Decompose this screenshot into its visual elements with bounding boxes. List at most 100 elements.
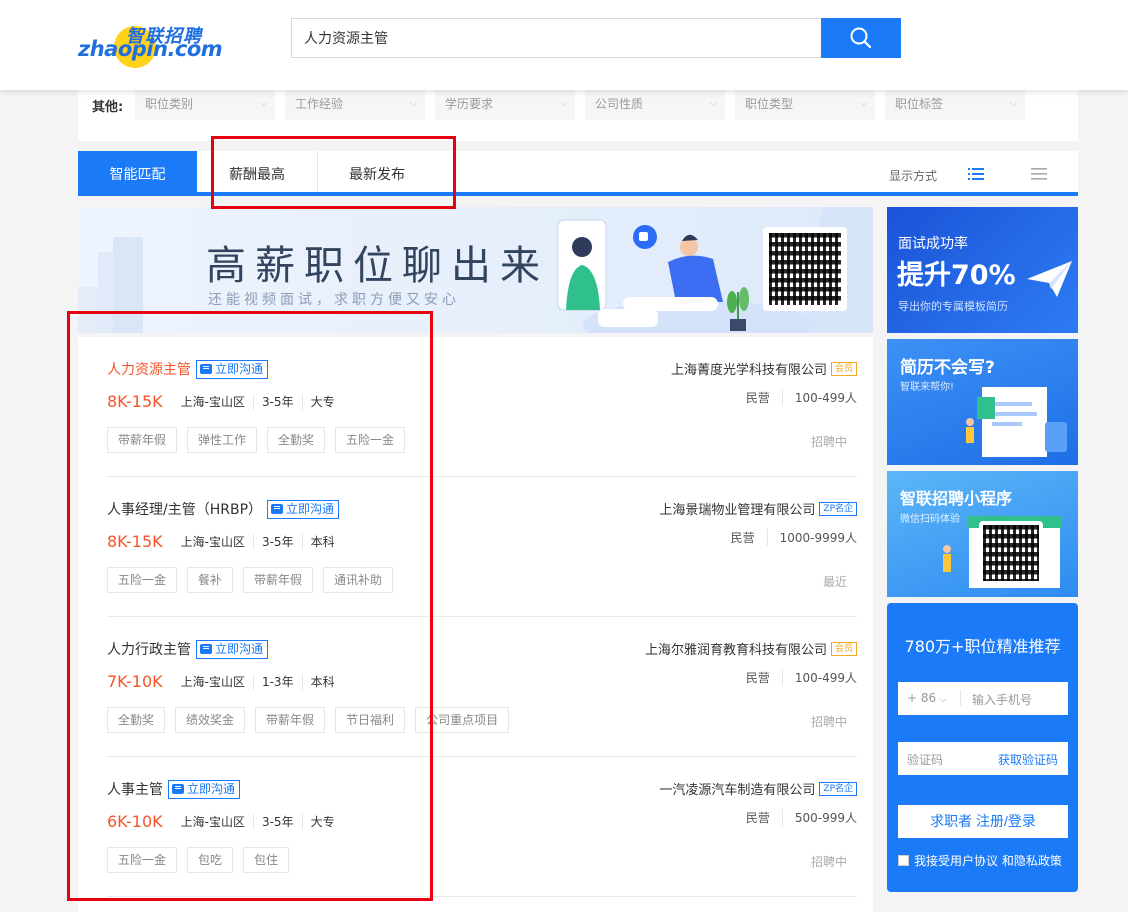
job-tag: 带薪年假 [243,567,314,593]
company-name[interactable]: 上海菁度光学科技有限公司 [671,359,827,378]
job-status: 最近 [822,575,847,589]
chat-now-button[interactable]: 立即沟通 [168,779,241,799]
member-badge: 会员 [830,361,857,376]
banner-title: 高薪职位聊出来 [206,243,549,289]
mini-program-qr-code [979,521,1043,585]
divider [107,896,857,897]
chat-now-button[interactable]: 立即沟通 [196,359,269,379]
register-panel: 780万+职位精准推荐 + 86 ⌵ 输入手机号 验证码 获取验证码 求职者 注… [887,603,1078,892]
agreement-text[interactable]: 我接受用户协议 和隐私政策 [914,852,1062,869]
job-education: 大专 [301,813,343,830]
job-title[interactable]: 人力资源主管 [107,359,191,379]
register-login-button[interactable]: 求职者 注册/登录 [898,805,1068,838]
promo-banner[interactable]: 高薪职位聊出来 还能视频面试，求职方便又安心 [78,207,873,333]
resume-illustration [966,387,1067,457]
job-experience: 3-5年 [252,533,302,550]
side-banner-resume-help[interactable]: 简历不会写? 智联来帮你! [887,339,1078,465]
paper-plane-icon [1027,261,1072,297]
list-view-icon[interactable] [968,166,984,182]
logo-en-text: zhaopin.com [78,37,223,61]
country-code-select[interactable]: + 86 ⌵ [907,691,947,705]
job-tag: 带薪年假 [255,707,326,733]
filter-job-type[interactable]: 职位类型 ⌵ [735,90,875,120]
filter-company-type[interactable]: 公司性质 ⌵ [585,90,725,120]
job-title[interactable]: 人事主管 [107,779,163,799]
job-card[interactable]: 人事经理/主管（HRBP） 立即沟通 8K-15K 上海-宝山区 3-5年 本科… [107,477,857,617]
search-input[interactable] [291,18,821,58]
chevron-down-icon: ⌵ [1010,99,1017,109]
job-list: 人力资源主管 立即沟通 8K-15K 上海-宝山区 3-5年 大专 带薪年假 弹… [78,337,873,912]
job-title[interactable]: 人事经理/主管（HRBP） [107,499,262,519]
field-divider [960,690,961,706]
job-tag: 全勤奖 [107,707,166,733]
sb2-line2: 智联来帮你! [900,382,955,393]
filter-job-category[interactable]: 职位类别 ⌵ [135,90,275,120]
company-size: 100-499人 [781,389,857,406]
company-name[interactable]: 上海景瑞物业管理有限公司 [659,499,815,518]
filter-education[interactable]: 学历要求 ⌵ [435,90,575,120]
search-button[interactable] [821,18,901,58]
job-education: 本科 [301,533,343,550]
job-card[interactable]: 人力行政主管 立即沟通 7K-10K 上海-宝山区 1-3年 本科 全勤奖 绩效… [107,617,857,757]
phone-input[interactable]: 输入手机号 [972,691,1032,708]
chevron-down-icon: ⌵ [260,99,267,109]
job-education: 大专 [301,393,343,410]
agreement-row: 我接受用户协议 和隐私政策 [898,852,1062,869]
job-experience: 3-5年 [252,393,302,410]
verify-code-field[interactable]: 验证码 获取验证码 [898,742,1068,775]
compact-view-icon[interactable] [1031,166,1047,182]
chevron-down-icon: ⌵ [860,99,867,109]
job-tag: 全勤奖 [267,427,326,453]
zhaopin-logo[interactable]: 智联招聘 zhaopin.com [78,18,223,70]
sb1-line3: 导出你的专属模板简历 [898,300,1008,313]
job-salary: 7K-10K [107,672,163,691]
job-tag: 五险一金 [107,847,178,873]
chat-now-button[interactable]: 立即沟通 [196,639,269,659]
chevron-down-icon: ⌵ [410,99,417,109]
job-status: 招聘中 [810,855,847,869]
company-name[interactable]: 一汽凌源汽车制造有限公司 [659,779,815,798]
job-tag: 五险一金 [335,427,406,453]
tab-latest[interactable]: 最新发布 [318,151,436,192]
company-size: 500-999人 [781,809,857,826]
phone-field[interactable]: + 86 ⌵ 输入手机号 [898,682,1068,715]
job-location: 上海-宝山区 [180,814,245,829]
chat-icon [172,784,184,794]
chat-icon [200,644,212,654]
verify-code-input[interactable]: 验证码 [907,751,943,768]
job-tag: 公司重点项目 [415,707,510,733]
company-size: 100-499人 [781,669,857,686]
filter-experience[interactable]: 工作经验 ⌵ [285,90,425,120]
job-tag: 节日福利 [335,707,406,733]
display-mode-label: 显示方式 [889,169,938,183]
side-banner-mini-program[interactable]: 智联招聘小程序 微信扫码体验 [887,471,1078,597]
agreement-checkbox[interactable] [898,855,909,866]
job-tag: 包住 [243,847,290,873]
side-banner-resume-template[interactable]: 面试成功率 提升70% 导出你的专属模板简历 [887,207,1078,333]
filter-bar: 其他: 职位类别 ⌵ 工作经验 ⌵ 学历要求 ⌵ 公司性质 ⌵ 职位类型 ⌵ 职位标签 ⌵ [78,90,1078,141]
job-card[interactable]: 人事主管 立即沟通 6K-10K 上海-宝山区 3-5年 大专 五险一金 包吃 … [107,757,857,897]
company-name[interactable]: 上海尔雅润育教育科技有限公司 [645,639,827,658]
job-card[interactable]: 人力资源主管 立即沟通 8K-15K 上海-宝山区 3-5年 大专 带薪年假 弹… [107,337,857,477]
job-experience: 1-3年 [252,673,302,690]
tab-smart-match[interactable]: 智能匹配 [78,151,197,192]
company-size: 1000-9999人 [766,529,857,546]
chevron-down-icon: ⌵ [710,99,717,109]
header: 智联招聘 zhaopin.com [0,0,1128,90]
sb2-line1: 简历不会写? [900,358,995,378]
job-tag: 弹性工作 [187,427,258,453]
famous-company-badge: ZP名企 [819,501,857,516]
chat-now-button[interactable]: 立即沟通 [267,499,340,519]
job-title[interactable]: 人力行政主管 [107,639,191,659]
filter-job-tag[interactable]: 职位标签 ⌵ [885,90,1025,120]
get-code-button[interactable]: 获取验证码 [998,751,1058,768]
company-type: 民营 [745,671,770,685]
sort-tabbar: 智能匹配 薪酬最高 最新发布 显示方式 [78,151,1078,196]
tab-highest-salary[interactable]: 薪酬最高 [197,151,317,192]
job-location: 上海-宝山区 [180,394,245,409]
job-salary: 8K-15K [107,392,163,411]
job-status: 招聘中 [810,435,847,449]
job-salary: 6K-10K [107,812,163,831]
job-tag: 带薪年假 [107,427,178,453]
sb1-line2: 提升70% [897,260,1016,291]
